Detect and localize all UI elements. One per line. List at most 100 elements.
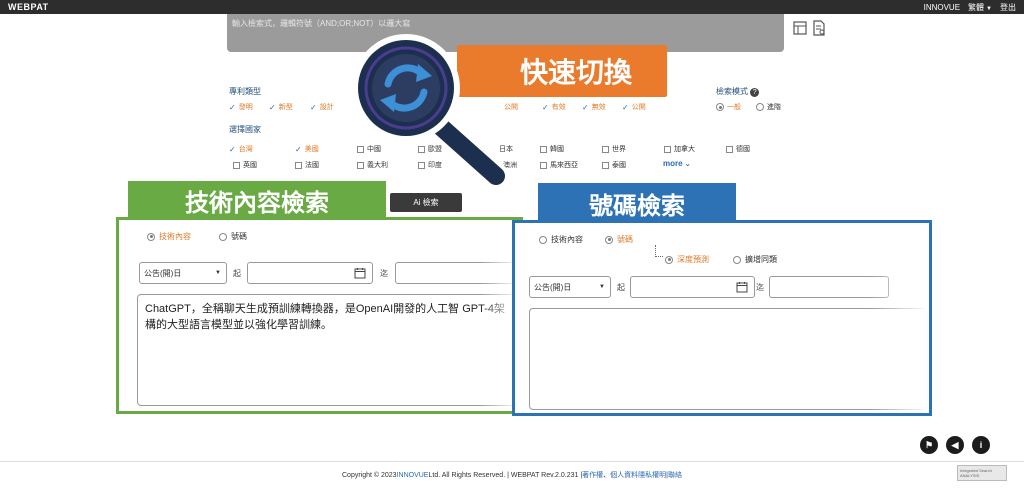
tree-connector (655, 245, 663, 257)
mode-label: 一般 (727, 104, 741, 111)
radio-label: 技術內容 (159, 232, 191, 241)
country-kr[interactable]: 韓國 (540, 144, 564, 154)
quick-switch-label: 快速切換 (519, 56, 632, 89)
logout-link[interactable]: 登出 (1000, 2, 1016, 13)
country-label: 韓國 (550, 146, 564, 153)
document-search-icon[interactable] (812, 20, 826, 36)
check-icon: ✓ (229, 144, 236, 154)
privacy-link[interactable]: 個人資料隱私權明 (610, 470, 666, 480)
separator: 、 (603, 472, 611, 479)
check-icon: ✓ (542, 102, 549, 112)
more-label: more (663, 159, 683, 168)
mode-general-radio[interactable]: 一般 (716, 102, 741, 112)
mode-advanced-radio[interactable]: 進階 (756, 102, 781, 112)
type-label: 設計 (319, 104, 334, 111)
chevron-down-icon: ▼ (599, 284, 605, 290)
patent-type-title: 專利類型 (229, 87, 261, 96)
checkbox-icon (233, 161, 240, 169)
app-logo[interactable]: WEBPAT (8, 2, 49, 12)
country-label: 世界 (612, 146, 626, 153)
date-type-select[interactable]: 公告(開)日 ▼ (529, 276, 611, 298)
radio-content[interactable]: 技術內容 (539, 234, 583, 245)
check-icon: ✓ (269, 102, 276, 112)
radio-icon (756, 103, 764, 111)
radio-label: 擴增同類 (745, 255, 777, 264)
type-invention[interactable]: ✓ 發明 (229, 102, 253, 112)
date-type-select[interactable]: 公告(開)日 ▼ (139, 262, 227, 284)
more-countries-link[interactable]: more ⌄ (663, 159, 691, 168)
fade-overlay (869, 223, 929, 413)
radio-icon (539, 235, 547, 244)
type-label: 新型 (278, 104, 293, 111)
number-search-panel: 技術內容 號碼 深度預測 擴增同類 公告(開)日 ▼ 起 迄 (512, 220, 932, 416)
country-th[interactable]: 泰國 (602, 160, 626, 170)
magnifier-refresh-icon (352, 34, 508, 188)
flag-icon[interactable]: ⚑ (920, 436, 938, 454)
mode-label: 進階 (767, 104, 781, 111)
select-value: 公告(開)日 (144, 268, 182, 278)
contact-link[interactable]: 聯絡 (668, 470, 682, 480)
partner-badge[interactable]: Integrated Search ANALYSIS (957, 465, 1007, 481)
rights-text: Ltd. All Rights Reserved. | WEBPAT Rev.2… (428, 471, 583, 479)
number-search-callout: 號碼檢索 (538, 183, 736, 223)
country-ca[interactable]: 加拿大 (664, 144, 695, 154)
status-valid[interactable]: ✓ 有效 (542, 102, 566, 112)
country-label: 德國 (736, 146, 750, 153)
country-tw[interactable]: ✓ 台灣 (229, 144, 253, 154)
company-link[interactable]: INNOVUE (397, 472, 429, 479)
check-icon: ✓ (310, 102, 317, 112)
type-design[interactable]: ✓ 設計 (310, 102, 334, 112)
radio-label: 號碼 (231, 232, 247, 241)
start-date-input[interactable] (630, 276, 755, 298)
badge-line: ANALYSIS (960, 473, 980, 478)
country-us[interactable]: ✓ 美國 (295, 144, 319, 154)
radio-icon (733, 255, 741, 264)
calendar-icon[interactable] (736, 281, 748, 293)
checkbox-icon (726, 145, 733, 153)
chevron-down-icon: ⌄ (684, 161, 691, 168)
radio-icon (665, 255, 673, 264)
country-fr[interactable]: 法國 (295, 160, 319, 170)
status-label: 無效 (591, 104, 606, 111)
country-wo[interactable]: 世界 (602, 144, 626, 154)
checkbox-icon (664, 145, 671, 153)
status-public[interactable]: ✓ 公開 (622, 102, 646, 112)
radio-label: 深度預測 (677, 255, 709, 264)
status-invalid[interactable]: ✓ 無效 (582, 102, 606, 112)
ai-search-button[interactable]: Ai 檢索 (390, 193, 462, 212)
radio-number[interactable]: 號碼 (605, 234, 633, 245)
info-icon[interactable]: i (972, 436, 990, 454)
calendar-icon[interactable] (354, 267, 366, 279)
country-my[interactable]: 馬來西亞 (540, 160, 578, 170)
checkbox-icon (540, 145, 547, 153)
check-icon: ✓ (229, 102, 236, 112)
megaphone-icon[interactable]: ◀ (946, 436, 964, 454)
checkbox-icon (602, 145, 609, 153)
country-de[interactable]: 德國 (726, 144, 750, 154)
radio-icon (605, 235, 613, 244)
country-gb[interactable]: 英國 (233, 160, 257, 170)
radio-number[interactable]: 號碼 (219, 231, 247, 242)
copyright-text: Copyright © 2023 (342, 471, 397, 479)
start-date-input[interactable] (247, 262, 373, 284)
to-label: 迄 (756, 283, 764, 292)
copyright-link[interactable]: 著作權 (582, 470, 603, 480)
help-icon[interactable]: ? (750, 88, 760, 97)
check-icon: ✓ (582, 102, 589, 112)
chevron-down-icon: ▼ (986, 5, 992, 12)
number-textarea[interactable] (529, 308, 927, 410)
radio-expand[interactable]: 擴增同類 (733, 254, 777, 265)
radio-deep-predict[interactable]: 深度預測 (665, 254, 709, 265)
radio-icon (716, 103, 724, 111)
check-icon: ✓ (622, 102, 629, 112)
type-utility[interactable]: ✓ 新型 (269, 102, 293, 112)
radio-content[interactable]: 技術內容 (147, 231, 191, 242)
language-menu[interactable]: 繁體 ▼ (968, 2, 992, 13)
radio-label: 號碼 (617, 235, 633, 244)
table-icon[interactable] (793, 20, 807, 36)
content-textarea[interactable]: ChatGPT，全稱聊天生成預訓練轉換器，是OpenAI開發的人工智 GPT-4… (137, 294, 521, 406)
search-mode-label: 檢索模式 (716, 87, 748, 96)
check-icon: ✓ (295, 144, 302, 154)
country-title: 選擇國家 (229, 125, 261, 134)
country-label: 英國 (243, 162, 257, 169)
